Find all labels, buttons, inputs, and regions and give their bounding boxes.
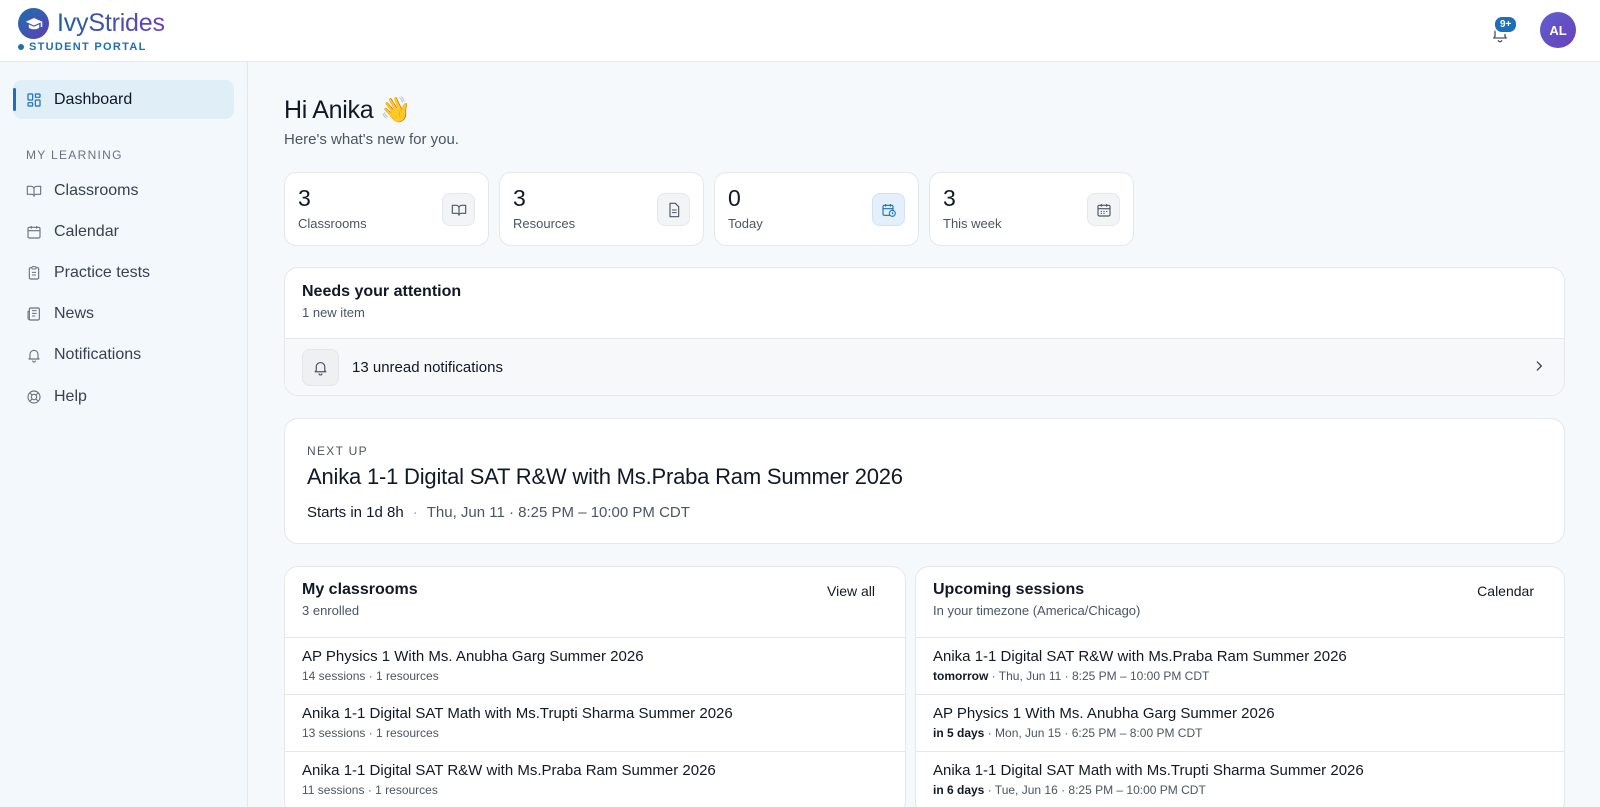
stat-card-classrooms[interactable]: 3 Classrooms [284,172,489,246]
main-content: Hi Anika 👋 Here's what's new for you. 3 … [248,62,1600,807]
unread-notifications-row[interactable]: 13 unread notifications [285,338,1564,395]
next-up-countdown: Starts in 1d 8h [307,504,404,521]
bell-icon [28,349,40,363]
meta-separator: · [412,504,418,521]
sessions-list: Anika 1-1 Digital SAT R&W with Ms.Praba … [916,637,1564,807]
stat-value: 3 [298,185,311,211]
next-up-datetime: Thu, Jun 11 · 8:25 PM – 10:00 PM CDT [426,504,690,521]
bell-icon [302,349,339,386]
sessions-subtitle: In your timezone (America/Chicago) [933,603,1141,618]
stat-card-this-week[interactable]: 3 This week [929,172,1134,246]
calendar-icon [1087,193,1120,226]
classroom-name: Anika 1-1 Digital SAT R&W with Ms.Praba … [302,762,716,779]
page-subtitle: Here's what's new for you. [284,131,459,148]
session-relative-time: in 6 days [933,783,985,797]
my-classrooms-card: My classrooms 3 enrolled View all AP Phy… [284,566,906,807]
attention-subtitle: 1 new item [302,305,365,320]
next-up-card[interactable]: NEXT UP Anika 1-1 Digital SAT R&W with M… [284,418,1565,544]
document-icon [657,193,690,226]
sidebar-item-help[interactable]: Help [13,377,234,416]
portal-dot-icon [18,44,24,50]
sidebar-item-calendar[interactable]: Calendar [13,212,234,251]
session-relative-time: in 5 days [933,726,985,740]
sidebar-item-notifications[interactable]: Notifications [13,335,234,374]
sidebar-item-practice-tests[interactable]: Practice tests [13,253,234,292]
clipboard-icon [28,265,40,280]
list-item[interactable]: Anika 1-1 Digital SAT R&W with Ms.Praba … [285,751,905,807]
sidebar-item-label: Calendar [54,222,119,240]
calendar-button[interactable]: Calendar [1477,583,1534,599]
next-up-kicker: NEXT UP [307,444,368,458]
classroom-meta: 14 sessions · 1 resources [302,669,439,683]
session-name: AP Physics 1 With Ms. Anubha Garg Summer… [933,705,1275,722]
stat-label: Resources [513,216,576,231]
session-datetime: · Mon, Jun 15 · 6:25 PM – 8:00 PM CDT [984,726,1203,740]
sessions-title: Upcoming sessions [933,581,1085,598]
attention-card: Needs your attention 1 new item 13 unrea… [284,267,1565,396]
portal-label-text: STUDENT PORTAL [29,41,147,53]
graduation-cap-icon [18,8,49,39]
session-meta: in 5 days · Mon, Jun 15 · 6:25 PM – 8:00… [933,726,1547,740]
top-bar: IvyStrides STUDENT PORTAL 9+ AL [0,0,1600,62]
sidebar-item-label: Classrooms [54,181,139,199]
unread-notifications-text: 13 unread notifications [352,359,503,376]
sidebar-item-label: News [54,304,95,322]
chevron-right-icon [1532,359,1546,378]
classroom-name: AP Physics 1 With Ms. Anubha Garg Summer… [302,648,644,665]
book-icon [442,193,475,226]
sidebar-section-label: MY LEARNING [26,148,123,162]
stat-value: 0 [728,185,741,211]
session-name: Anika 1-1 Digital SAT R&W with Ms.Praba … [933,648,1347,665]
sidebar-item-label: Dashboard [54,90,133,108]
sidebar-item-news[interactable]: News [13,294,234,333]
stat-card-today[interactable]: 0 Today [714,172,919,246]
portal-label: STUDENT PORTAL [18,41,147,53]
stat-value: 3 [513,185,526,211]
brand-logo[interactable]: IvyStrides [18,8,165,39]
classrooms-subtitle: 3 enrolled [302,603,360,618]
book-icon [26,185,42,197]
stat-value: 3 [943,185,956,211]
grid-icon [27,92,41,107]
stat-card-resources[interactable]: 3 Resources [499,172,704,246]
sidebar-item-label: Help [54,387,87,405]
classroom-meta: 11 sessions · 1 resources [302,783,438,797]
stat-label: Classrooms [298,216,367,231]
user-avatar[interactable]: AL [1540,12,1576,48]
calendar-clock-icon [872,193,905,226]
list-item[interactable]: Anika 1-1 Digital SAT Math with Ms.Trupt… [285,694,905,751]
session-meta: tomorrow · Thu, Jun 11 · 8:25 PM – 10:00… [933,669,1547,683]
sidebar-item-classrooms[interactable]: Classrooms [13,171,234,210]
next-up-title: Anika 1-1 Digital SAT R&W with Ms.Praba … [307,464,903,489]
sidebar-item-label: Practice tests [54,263,151,281]
calendar-icon [27,225,41,239]
stat-label: This week [943,216,1002,231]
session-name: Anika 1-1 Digital SAT Math with Ms.Trupt… [933,762,1364,779]
classrooms-list: AP Physics 1 With Ms. Anubha Garg Summer… [285,637,905,807]
upcoming-sessions-card: Upcoming sessions In your timezone (Amer… [915,566,1565,807]
brand-name: IvyStrides [57,9,165,37]
sidebar-item-label: Notifications [54,345,142,363]
session-datetime: · Tue, Jun 16 · 8:25 PM – 10:00 PM CDT [984,783,1206,797]
list-item[interactable]: AP Physics 1 With Ms. Anubha Garg Summer… [916,694,1564,751]
session-relative-time: tomorrow [933,669,989,683]
newspaper-icon [27,306,40,321]
stat-label: Today [728,216,763,231]
classroom-meta: 13 sessions · 1 resources [302,726,439,740]
page-title: Hi Anika 👋 [284,96,411,124]
lifebuoy-icon [27,389,41,404]
session-meta: in 6 days · Tue, Jun 16 · 8:25 PM – 10:0… [933,783,1547,797]
classrooms-title: My classrooms [302,581,418,598]
list-item[interactable]: Anika 1-1 Digital SAT Math with Ms.Trupt… [916,751,1564,807]
classroom-name: Anika 1-1 Digital SAT Math with Ms.Trupt… [302,705,733,722]
sidebar-item-dashboard[interactable]: Dashboard [13,80,234,119]
notification-count-badge: 9+ [1493,15,1519,34]
list-item[interactable]: AP Physics 1 With Ms. Anubha Garg Summer… [285,637,905,694]
sidebar: Dashboard MY LEARNING Classrooms Calenda… [0,62,248,807]
next-up-meta: Starts in 1d 8h · Thu, Jun 11 · 8:25 PM … [307,504,690,521]
attention-title: Needs your attention [302,283,462,300]
list-item[interactable]: Anika 1-1 Digital SAT R&W with Ms.Praba … [916,637,1564,694]
session-datetime: · Thu, Jun 11 · 8:25 PM – 10:00 PM CDT [988,669,1210,683]
view-all-button[interactable]: View all [827,583,875,599]
